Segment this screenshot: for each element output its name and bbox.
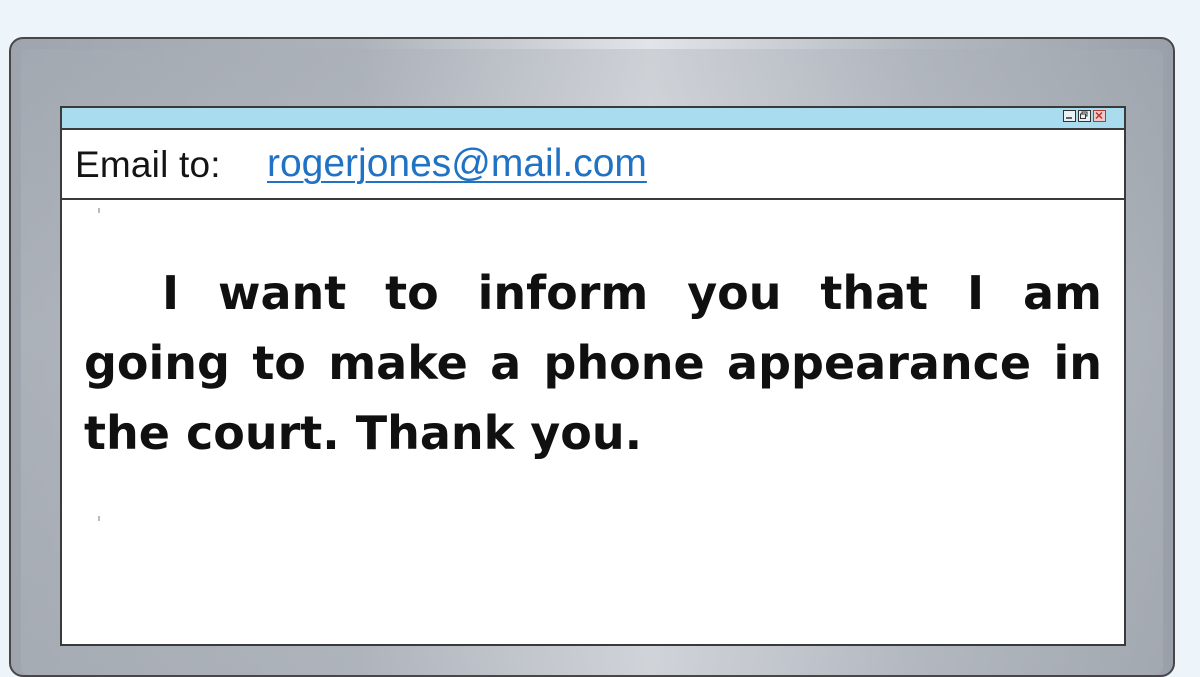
email-to-label: Email to: xyxy=(75,144,221,185)
margin-marker xyxy=(98,516,100,521)
window-controls xyxy=(1063,110,1106,122)
message-body[interactable]: I want to inform you that I am going to … xyxy=(84,258,1102,468)
recipient-row: Email to: rogerjones@mail.com xyxy=(62,130,1124,200)
minimize-icon[interactable] xyxy=(1063,110,1076,122)
recipient-email-link[interactable]: rogerjones@mail.com xyxy=(267,142,647,186)
maximize-icon[interactable] xyxy=(1078,110,1091,122)
email-window: Email to: rogerjones@mail.com I want to … xyxy=(60,106,1126,646)
close-icon[interactable] xyxy=(1093,110,1106,122)
margin-marker xyxy=(98,208,100,213)
window-title-bar[interactable] xyxy=(62,108,1124,130)
